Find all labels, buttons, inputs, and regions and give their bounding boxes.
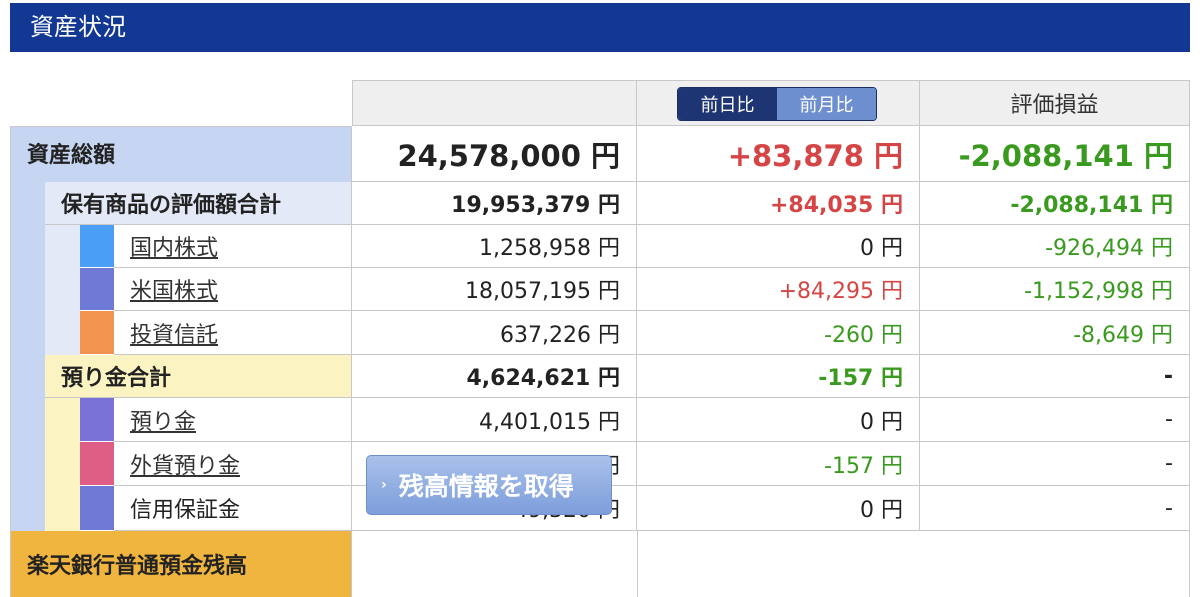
swatch-us-stock [80,268,114,311]
row-mutual-fund: 投資信託 [114,311,352,355]
tab-month-change[interactable]: 前月比 [777,88,876,120]
link-deposit[interactable]: 預り金 [130,404,196,436]
total-pl: -2,088,141 円 [920,126,1190,182]
row-margin-deposit: 信用保証金 [114,486,352,531]
deposits-change: -157 円 [637,355,920,398]
tab-day-change[interactable]: 前日比 [678,88,777,120]
chevron-right-icon: › [381,477,387,493]
us-stock-amount: 18,057,195 円 [352,268,637,311]
holdings-strip [10,182,45,355]
deposits-substrip [45,398,80,531]
period-toggle: 前日比 前月比 [677,87,877,121]
label-holdings-total: 保有商品の評価額合計 [45,182,352,225]
label-total-assets: 資産総額 [10,126,352,182]
total-label: 資産総額 [27,143,116,168]
mutual-fund-amount: 637,226 円 [352,311,637,355]
foreign-deposit-pl: - [920,442,1190,486]
link-foreign-deposit[interactable]: 外貨預り金 [130,448,240,480]
row-us-stock: 米国株式 [114,268,352,311]
header-cell-change: 前日比 前月比 [637,80,920,126]
holdings-amount: 19,953,379 円 [352,182,637,225]
swatch-mutual-fund [80,311,114,355]
total-change: +83,878 円 [637,126,920,182]
us-stock-pl: -1,152,998 円 [920,268,1190,311]
link-domestic-stock[interactable]: 国内株式 [130,230,218,262]
deposit-amount: 4,401,015 円 [352,398,637,442]
get-balance-button[interactable]: › 残高情報を取得 [366,455,612,515]
swatch-margin-deposit [80,486,114,531]
margin-deposit-pl: - [920,486,1190,531]
holdings-pl: -2,088,141 円 [920,182,1190,225]
deposit-change: 0 円 [637,398,920,442]
row-deposit: 預り金 [114,398,352,442]
label-bank-balance: 楽天銀行普通預金残高 [10,531,352,597]
link-mutual-fund[interactable]: 投資信託 [130,317,218,349]
section-title: 資産状況 [10,3,1190,52]
margin-deposit-change: 0 円 [637,486,920,531]
holdings-substrip [45,225,80,355]
swatch-domestic-stock [80,225,114,268]
get-balance-label: 残高情報を取得 [398,472,574,501]
header-eval-pl: 評価損益 [920,80,1190,126]
asset-table: 前日比 前月比 評価損益 資産総額 24,578,000 円 +83,878 円… [10,80,1190,597]
link-us-stock[interactable]: 米国株式 [130,273,218,305]
mutual-fund-pl: -8,649 円 [920,311,1190,355]
row-domestic-stock: 国内株式 [114,225,352,268]
deposits-strip [10,355,45,531]
domestic-stock-amount: 1,258,958 円 [352,225,637,268]
deposits-pl: - [920,355,1190,398]
header-cell-amount [352,80,637,126]
holdings-change: +84,035 円 [637,182,920,225]
bank-action-cell [352,531,637,597]
mutual-fund-change: -260 円 [637,311,920,355]
label-deposits-total: 預り金合計 [45,355,352,398]
row-foreign-deposit: 外貨預り金 [114,442,352,486]
swatch-deposit [80,398,114,442]
label-margin-deposit: 信用保証金 [130,498,241,523]
foreign-deposit-change: -157 円 [637,442,920,486]
deposit-pl: - [920,398,1190,442]
domestic-stock-change: 0 円 [637,225,920,268]
us-stock-change: +84,295 円 [637,268,920,311]
total-amount: 24,578,000 円 [352,126,637,182]
bank-empty-cell [637,531,1190,597]
deposits-amount: 4,624,621 円 [352,355,637,398]
domestic-stock-pl: -926,494 円 [920,225,1190,268]
swatch-foreign-deposit [80,442,114,486]
